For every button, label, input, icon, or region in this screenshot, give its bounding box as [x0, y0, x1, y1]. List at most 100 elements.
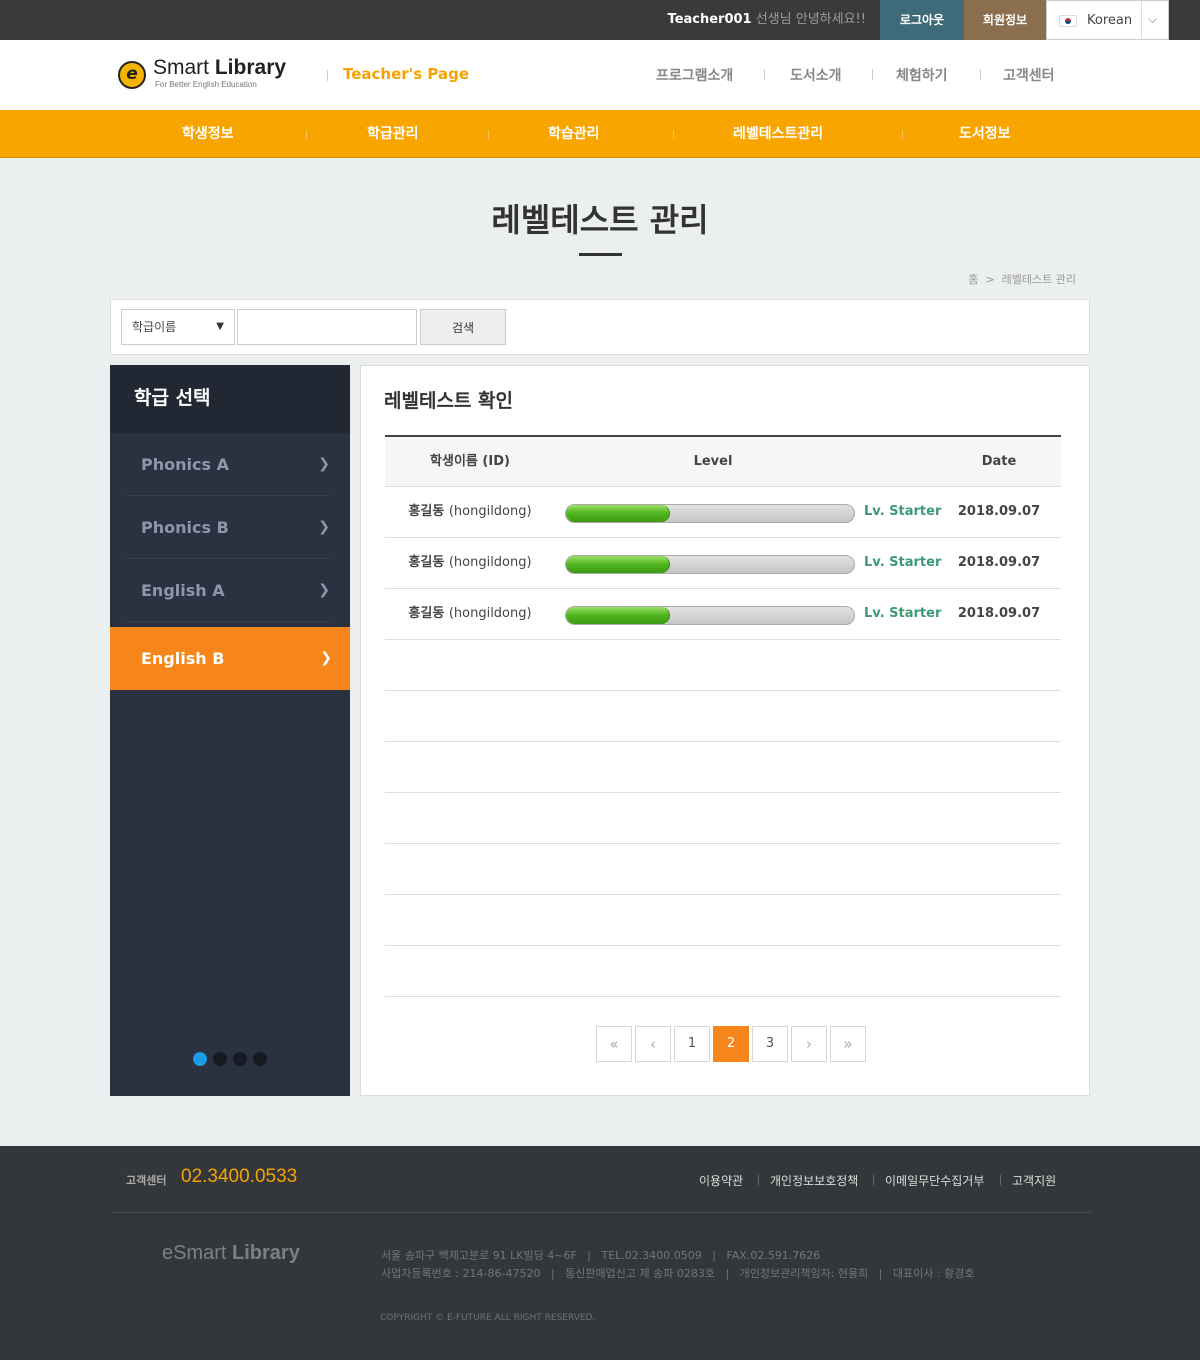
- header: e Smart Library For Better English Educa…: [0, 40, 1200, 110]
- gnb-divider: [306, 130, 307, 139]
- empty-table-row: [385, 691, 1061, 742]
- prev-page-icon[interactable]: ‹: [635, 1026, 671, 1062]
- level-test-panel: 레벨테스트 확인 학생이름 (ID) Level Date 홍길동 (hongi…: [360, 365, 1090, 1096]
- logout-button[interactable]: 로그아웃: [880, 0, 964, 40]
- logo-name-bold: Library: [214, 56, 287, 79]
- nav-books[interactable]: 도서소개: [790, 65, 842, 85]
- empty-table-row: [385, 895, 1061, 946]
- sidebar-item-english-a[interactable]: English A ❯: [126, 559, 330, 622]
- table-row[interactable]: 홍길동 (hongildong) Lv. Starter 2018.09.07: [385, 589, 1061, 640]
- sidebar-item-label: English A: [141, 581, 225, 600]
- logo-text[interactable]: Smart Library: [153, 56, 286, 80]
- column-header-level: Level: [693, 454, 733, 469]
- search-button[interactable]: 검색: [420, 309, 506, 345]
- sidebar-item-label: Phonics A: [141, 455, 229, 474]
- next-page-icon[interactable]: ›: [791, 1026, 827, 1062]
- chevron-right-icon: ❯: [318, 456, 330, 472]
- table-header: 학생이름 (ID) Level Date: [385, 435, 1061, 487]
- select-value: 학급이름: [132, 320, 177, 334]
- chevron-right-icon: ❯: [318, 519, 330, 535]
- breadcrumb-separator-icon: >: [985, 273, 995, 286]
- carousel-dot[interactable]: [213, 1052, 227, 1066]
- sidebar-item-label: English B: [141, 649, 225, 668]
- level-label: Lv. Starter: [864, 555, 942, 570]
- level-progress-fill: [566, 556, 670, 573]
- level-progress-bar: [565, 504, 855, 523]
- nav-support[interactable]: 고객센터: [1003, 65, 1055, 85]
- carousel-dot[interactable]: [253, 1052, 267, 1066]
- last-page-icon[interactable]: »: [830, 1026, 866, 1062]
- sidebar-item-phonics-a[interactable]: Phonics A ❯: [126, 433, 330, 496]
- class-name-select[interactable]: 학급이름 ▼: [121, 309, 235, 345]
- page-button-current[interactable]: 2: [713, 1026, 749, 1062]
- footer-logo-bold: Library: [232, 1242, 300, 1264]
- page-button[interactable]: 1: [674, 1026, 710, 1062]
- sidebar-item-phonics-b[interactable]: Phonics B ❯: [126, 496, 330, 559]
- gnb-class-management[interactable]: 학급관리: [367, 110, 419, 158]
- footer-rule: [112, 1212, 1092, 1213]
- nav-trial[interactable]: 체험하기: [896, 65, 948, 85]
- footer-business-info: 사업자등록번호 : 214-86-47520 | 통신판매업신고 제 송파 02…: [381, 1267, 975, 1280]
- class-sidebar: 학급 선택 Phonics A ❯ Phonics B ❯ English A …: [110, 365, 350, 1096]
- empty-table-row: [385, 742, 1061, 793]
- member-info-button[interactable]: 회원정보: [964, 0, 1046, 40]
- nav-divider: [980, 69, 981, 80]
- student-id: (hongildong): [448, 504, 532, 519]
- empty-table-row: [385, 844, 1061, 895]
- level-progress-bar: [565, 555, 855, 574]
- level-label: Lv. Starter: [864, 504, 942, 519]
- panel-title: 레벨테스트 확인: [384, 390, 513, 412]
- test-date: 2018.09.07: [957, 504, 1041, 519]
- chevron-down-icon: ⌵: [1148, 12, 1158, 26]
- top-bar: Teacher001 선생님 안녕하세요!! 로그아웃 회원정보 Korean …: [0, 0, 1200, 41]
- chevron-right-icon: ❯: [320, 650, 332, 666]
- footer-link-support[interactable]: 고객지원: [1012, 1172, 1056, 1189]
- footer-address: 서울 송파구 백제고분로 91 LK빌딩 4~6F | TEL.02.3400.…: [381, 1249, 821, 1262]
- gnb-book-info[interactable]: 도서정보: [959, 110, 1011, 158]
- footer-copyright: COPYRIGHT © E-FUTURE ALL RIGHT RESERVED.: [380, 1313, 596, 1323]
- column-header-name: 학생이름 (ID): [430, 454, 510, 469]
- greeting-text: 선생님 안녕하세요!!: [755, 12, 866, 27]
- language-select[interactable]: Korean ⌵: [1046, 0, 1169, 41]
- gnb-divider: [488, 130, 489, 139]
- carousel-dot[interactable]: [233, 1052, 247, 1066]
- nav-divider: [872, 69, 873, 80]
- language-label: Korean: [1087, 13, 1133, 28]
- table-row[interactable]: 홍길동 (hongildong) Lv. Starter 2018.09.07: [385, 487, 1061, 538]
- test-date: 2018.09.07: [957, 555, 1041, 570]
- breadcrumb-current: 레벨테스트 관리: [1001, 273, 1076, 286]
- level-progress-fill: [566, 607, 670, 624]
- level-progress-bar: [565, 606, 855, 625]
- carousel-dot[interactable]: [193, 1052, 207, 1066]
- gnb-learning-management[interactable]: 학습관리: [548, 110, 600, 158]
- teacher-page-link[interactable]: Teacher's Page: [343, 65, 469, 83]
- footer-divider: [758, 1175, 759, 1185]
- gnb-divider: [902, 130, 903, 139]
- page-button[interactable]: 3: [752, 1026, 788, 1062]
- korea-flag-icon: [1059, 15, 1077, 27]
- logo-e-icon[interactable]: e: [118, 61, 146, 89]
- sidebar-item-label: Phonics B: [141, 518, 229, 537]
- gnb-level-test-management[interactable]: 레벨테스트관리: [733, 110, 823, 158]
- student-id: (hongildong): [448, 555, 532, 570]
- user-id: Teacher001: [667, 12, 752, 27]
- search-input[interactable]: [237, 309, 417, 345]
- chevron-right-icon: ❯: [318, 582, 330, 598]
- footer-link-privacy[interactable]: 개인정보보호정책: [770, 1172, 858, 1189]
- footer-link-terms[interactable]: 이용약관: [699, 1172, 743, 1189]
- breadcrumb-home[interactable]: 홈: [968, 273, 978, 286]
- language-divider: [1141, 1, 1142, 41]
- footer-link-email-refusal[interactable]: 이메일무단수집거부: [885, 1172, 984, 1189]
- first-page-icon[interactable]: «: [596, 1026, 632, 1062]
- page-title: 레벨테스트 관리: [491, 201, 709, 239]
- student-name-cell: 홍길동 (hongildong): [385, 487, 555, 537]
- footer: 고객센터 02.3400.0533 이용약관 개인정보보호정책 이메일무단수집거…: [0, 1146, 1200, 1360]
- footer-divider: [1000, 1175, 1001, 1185]
- sidebar-heading: 학급 선택: [110, 365, 350, 433]
- gnb-student-info[interactable]: 학생정보: [182, 110, 234, 158]
- sidebar-item-english-b[interactable]: English B ❯: [110, 627, 350, 690]
- table-row[interactable]: 홍길동 (hongildong) Lv. Starter 2018.09.07: [385, 538, 1061, 589]
- title-underline: [579, 253, 622, 256]
- column-header-date: Date: [981, 454, 1017, 469]
- nav-program[interactable]: 프로그램소개: [656, 65, 733, 85]
